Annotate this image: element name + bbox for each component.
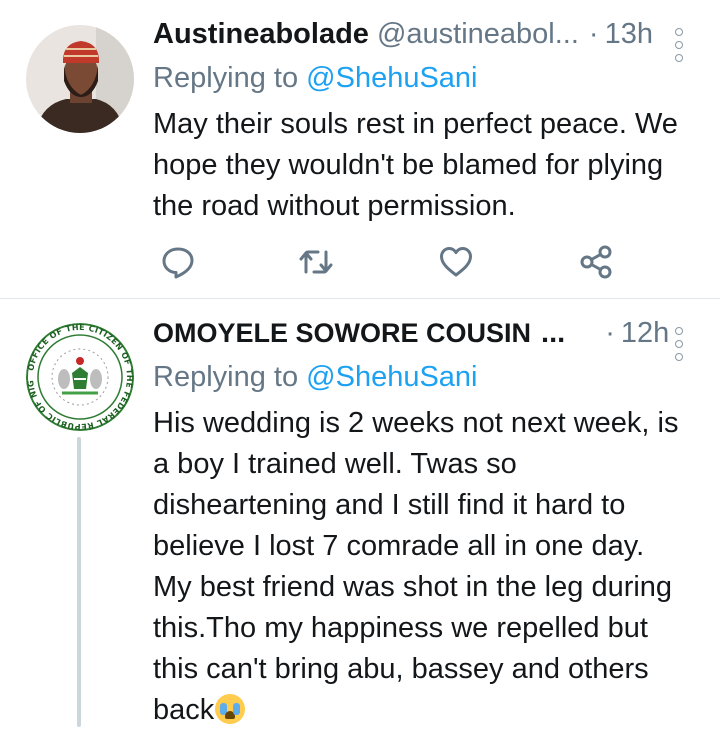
avatar[interactable] (26, 25, 134, 133)
tweet-text-line: the road without permission. (153, 190, 516, 222)
tweet-text: His wedding is 2 weeks not next week, is… (153, 403, 680, 731)
tweet-text-line: this can't bring abu, bassey and others (153, 653, 649, 685)
separator-dot: · (588, 18, 599, 50)
more-options-icon[interactable] (672, 28, 686, 62)
tweet-header: OMOYELE SOWORE COUSIN ... · 12h (153, 317, 680, 359)
seal-office-of-the-citizen: OFFICE OF THE CITIZEN OF THE FEDERAL REP… (26, 323, 134, 431)
mention-link[interactable]: @ShehuSani (306, 361, 477, 393)
tweet-content: Austineabolade @austineabol... · 13h Rep… (153, 18, 683, 227)
tweet-text-line: May their souls rest in perfect peace. W… (153, 108, 678, 140)
display-name[interactable]: Austineabolade (153, 18, 369, 51)
tweet-text-line: a boy I trained well. Twas so (153, 448, 517, 480)
avatar[interactable]: OFFICE OF THE CITIZEN OF THE FEDERAL REP… (26, 323, 134, 431)
loudly-crying-face-emoji (215, 694, 246, 724)
retweet-icon[interactable] (298, 244, 334, 280)
tweet[interactable]: Austineabolade @austineabol... · 13h Rep… (0, 0, 720, 299)
replying-label: Replying to (153, 361, 299, 393)
tweet-text-line: disheartening and I still find it hard t… (153, 489, 626, 521)
share-icon[interactable] (578, 244, 614, 280)
replying-to: Replying to @ShehuSani (153, 62, 680, 102)
avatar-man-in-red-cap (26, 25, 134, 133)
tweet-text-line: hope they wouldn't be blamed for plying (153, 149, 664, 181)
tweet-header: Austineabolade @austineabol... · 13h (153, 18, 680, 60)
timestamp[interactable]: 13h (605, 18, 653, 51)
tweet-text: May their souls rest in perfect peace. W… (153, 104, 680, 227)
tweet-actions (160, 244, 620, 284)
tweet-text-line: believe I lost 7 comrade all in one day. (153, 530, 645, 562)
name-truncation: ... (541, 317, 566, 349)
replying-to: Replying to @ShehuSani (153, 361, 680, 401)
tweet-text-line: back (153, 690, 680, 731)
like-icon[interactable] (438, 244, 474, 280)
tweet-text-line: His wedding is 2 weeks not next week, is (153, 407, 679, 439)
replying-label: Replying to (153, 62, 299, 94)
user-handle[interactable]: @austineabol... (377, 18, 579, 51)
thread-line (77, 437, 81, 727)
reply-icon[interactable] (160, 244, 196, 280)
tweet-text-fragment: back (153, 694, 215, 726)
tweet-text-line: My best friend was shot in the leg durin… (153, 571, 673, 603)
tweet[interactable]: OFFICE OF THE CITIZEN OF THE FEDERAL REP… (0, 299, 720, 727)
separator-dot: · (605, 317, 615, 349)
timestamp[interactable]: 12h (621, 317, 669, 350)
mention-link[interactable]: @ShehuSani (306, 62, 477, 94)
display-name[interactable]: OMOYELE SOWORE COUSIN (153, 318, 531, 349)
more-options-icon[interactable] (672, 327, 686, 361)
tweet-content: OMOYELE SOWORE COUSIN ... · 12h Replying… (153, 317, 683, 731)
tweet-text-line: this.Tho my happiness we repelled but (153, 612, 648, 644)
